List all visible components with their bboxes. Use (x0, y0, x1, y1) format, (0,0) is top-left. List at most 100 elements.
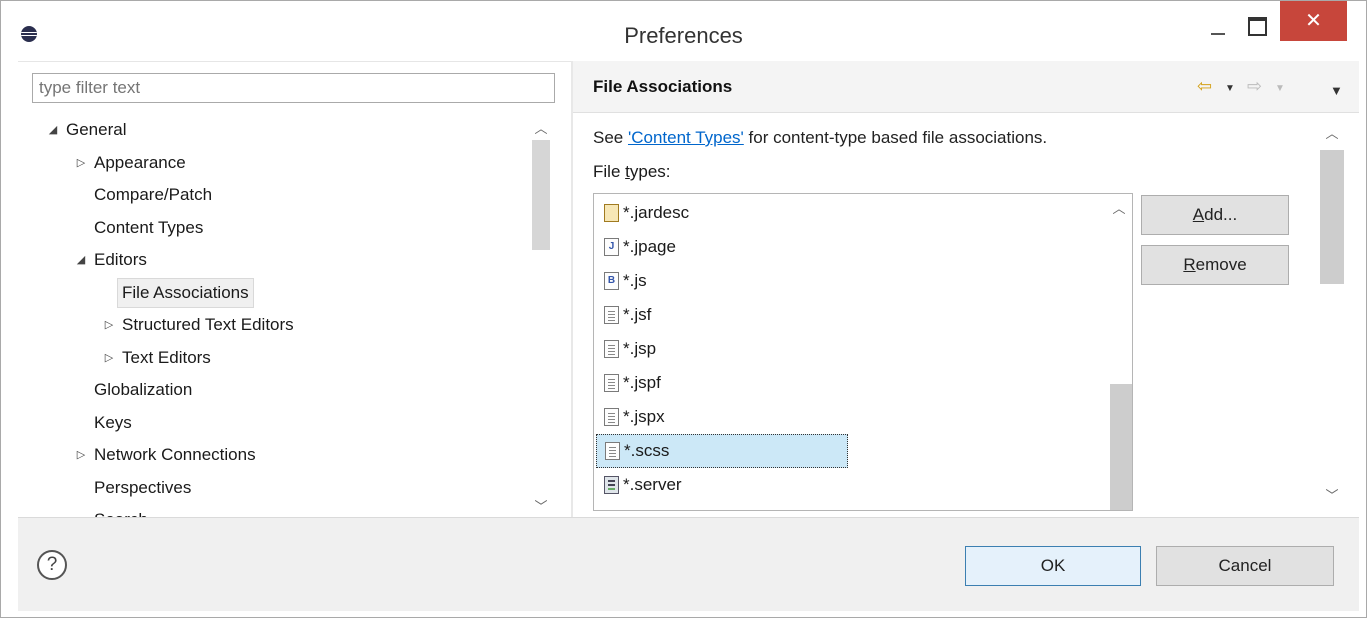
page-title: File Associations (593, 77, 733, 96)
label-text: File (593, 162, 626, 181)
scroll-up-arrow-icon[interactable]: ︿ (1321, 123, 1343, 142)
preferences-dialog: Preferences ✕ ◢ General ▷ Appearance Com… (0, 0, 1367, 618)
server-icon (604, 476, 619, 494)
tree-item-file-associations[interactable]: File Associations (117, 277, 254, 309)
back-dropdown-icon[interactable]: ▼ (1225, 83, 1235, 94)
tree-item-label: General (66, 120, 127, 139)
tree-item-perspectives[interactable]: Perspectives (94, 472, 191, 504)
dialog-button-bar: ? OK Cancel (18, 517, 1359, 611)
tree-item-label: Network Connections (94, 445, 256, 464)
text-file-icon (604, 340, 619, 358)
text-file-icon (604, 408, 619, 426)
hint-prefix: See (593, 128, 628, 147)
tree-scrollbar[interactable]: ︿ ﹀ (530, 116, 552, 516)
text-file-icon (605, 442, 620, 460)
file-type-name: *.jspx (623, 407, 665, 426)
list-item[interactable]: *.jsf (604, 298, 651, 332)
scrollbar-thumb[interactable] (1320, 150, 1344, 284)
file-types-list[interactable]: *.jardesc J *.jpage B *.js *.jsf *.jsp *… (593, 193, 1133, 511)
forward-arrow-icon[interactable]: ⇨ (1247, 76, 1262, 97)
hint-suffix: for content-type based file associations… (743, 128, 1048, 147)
file-type-name: *.js (623, 271, 647, 290)
file-type-name: *.jsp (623, 339, 657, 358)
file-type-name: *.jspf (623, 373, 661, 392)
minimize-button[interactable] (1201, 1, 1235, 41)
content-types-hint: See 'Content Types' for content-type bas… (593, 128, 1047, 148)
tree-item-label: Editors (94, 250, 147, 269)
tree-item-structured-text-editors[interactable]: ▷ Structured Text Editors (105, 309, 294, 341)
tree-item-compare-patch[interactable]: Compare/Patch (94, 179, 212, 211)
button-text: dd... (1204, 205, 1238, 224)
file-list-scrollbar[interactable]: ︿ (1102, 194, 1132, 510)
collapsed-twisty-icon[interactable]: ▷ (102, 309, 116, 341)
list-item[interactable]: *.jspf (604, 366, 661, 400)
file-type-name: *.scss (624, 441, 670, 460)
tree-item-appearance[interactable]: ▷ Appearance (77, 147, 186, 179)
tree-item-label: Perspectives (94, 478, 192, 497)
tree-item-label: Keys (94, 413, 132, 432)
close-button[interactable]: ✕ (1280, 1, 1347, 41)
page-body: See 'Content Types' for content-type bas… (573, 113, 1359, 517)
scroll-down-arrow-icon[interactable]: ﹀ (1321, 485, 1343, 504)
collapsed-twisty-icon[interactable]: ▷ (74, 147, 88, 179)
jar-icon (604, 204, 619, 222)
maximize-button[interactable] (1239, 1, 1273, 41)
title-bar[interactable]: Preferences ✕ (1, 1, 1366, 61)
tree-item-network-connections[interactable]: ▷ Network Connections (77, 439, 256, 471)
page-scrollbar[interactable]: ︿ ﹀ (1318, 113, 1346, 517)
scrollbar-thumb[interactable] (532, 140, 550, 250)
file-type-name: *.jardesc (623, 203, 690, 222)
list-item[interactable]: *.server (604, 468, 682, 502)
cancel-button[interactable]: Cancel (1156, 546, 1334, 586)
window-title: Preferences (624, 23, 743, 48)
add-button[interactable]: Add... (1141, 195, 1289, 235)
scroll-up-arrow-icon[interactable]: ︿ (530, 118, 552, 137)
list-item[interactable]: J *.jpage (604, 230, 676, 264)
javascript-file-icon: B (604, 272, 619, 290)
tree-item-label: Globalization (94, 380, 193, 399)
tree-item-editors[interactable]: ◢ Editors (77, 244, 147, 276)
ok-button[interactable]: OK (965, 546, 1141, 586)
button-mnemonic: R (1183, 255, 1196, 274)
forward-dropdown-icon[interactable]: ▼ (1275, 83, 1285, 94)
list-item-selected[interactable]: *.scss (596, 434, 848, 468)
text-file-icon (604, 306, 619, 324)
content-types-link[interactable]: 'Content Types' (628, 128, 744, 147)
preferences-tree-panel: ◢ General ▷ Appearance Compare/Patch Con… (18, 61, 571, 518)
expanded-twisty-icon[interactable]: ◢ (74, 244, 88, 276)
tree-item-general[interactable]: ◢ General (49, 114, 127, 146)
help-icon[interactable]: ? (37, 550, 67, 580)
file-type-name: *.server (623, 475, 682, 494)
tree-item-label: Appearance (94, 153, 186, 172)
text-file-icon (604, 374, 619, 392)
tree-item-content-types[interactable]: Content Types (94, 212, 203, 244)
list-item[interactable]: B *.js (604, 264, 647, 298)
view-menu-icon[interactable]: ▼ (1330, 83, 1343, 98)
collapsed-twisty-icon[interactable]: ▷ (102, 342, 116, 374)
file-type-name: *.jsf (623, 305, 652, 324)
tree-item-label: File Associations (117, 278, 254, 308)
tree-item-keys[interactable]: Keys (94, 407, 132, 439)
file-types-label: File types: (593, 162, 671, 182)
back-arrow-icon[interactable]: ⇦ (1197, 76, 1212, 97)
filter-input[interactable] (32, 73, 555, 103)
expanded-twisty-icon[interactable]: ◢ (46, 114, 60, 146)
tree-item-label: Text Editors (122, 348, 211, 367)
tree-item-search[interactable]: Search (94, 504, 148, 518)
button-text: emove (1195, 255, 1247, 274)
scroll-up-arrow-icon[interactable]: ︿ (1108, 198, 1130, 217)
scrollbar-thumb[interactable] (1110, 384, 1132, 510)
remove-button[interactable]: Remove (1141, 245, 1289, 285)
list-item[interactable]: *.jardesc (604, 196, 689, 230)
label-text: ypes: (629, 162, 671, 181)
preferences-tree: ◢ General ▷ Appearance Compare/Patch Con… (18, 113, 538, 518)
scroll-down-arrow-icon[interactable]: ﹀ (530, 496, 552, 515)
tree-item-label: Structured Text Editors (122, 315, 294, 334)
tree-item-globalization[interactable]: Globalization (94, 374, 192, 406)
collapsed-twisty-icon[interactable]: ▷ (74, 439, 88, 471)
preference-page-panel: File Associations ⇦ ▼ ⇨ ▼ ▼ See 'Content… (573, 61, 1359, 517)
list-item[interactable]: *.jsp (604, 332, 656, 366)
tree-item-text-editors[interactable]: ▷ Text Editors (105, 342, 211, 374)
list-item[interactable]: *.jspx (604, 400, 665, 434)
tree-item-label: Content Types (94, 218, 204, 237)
